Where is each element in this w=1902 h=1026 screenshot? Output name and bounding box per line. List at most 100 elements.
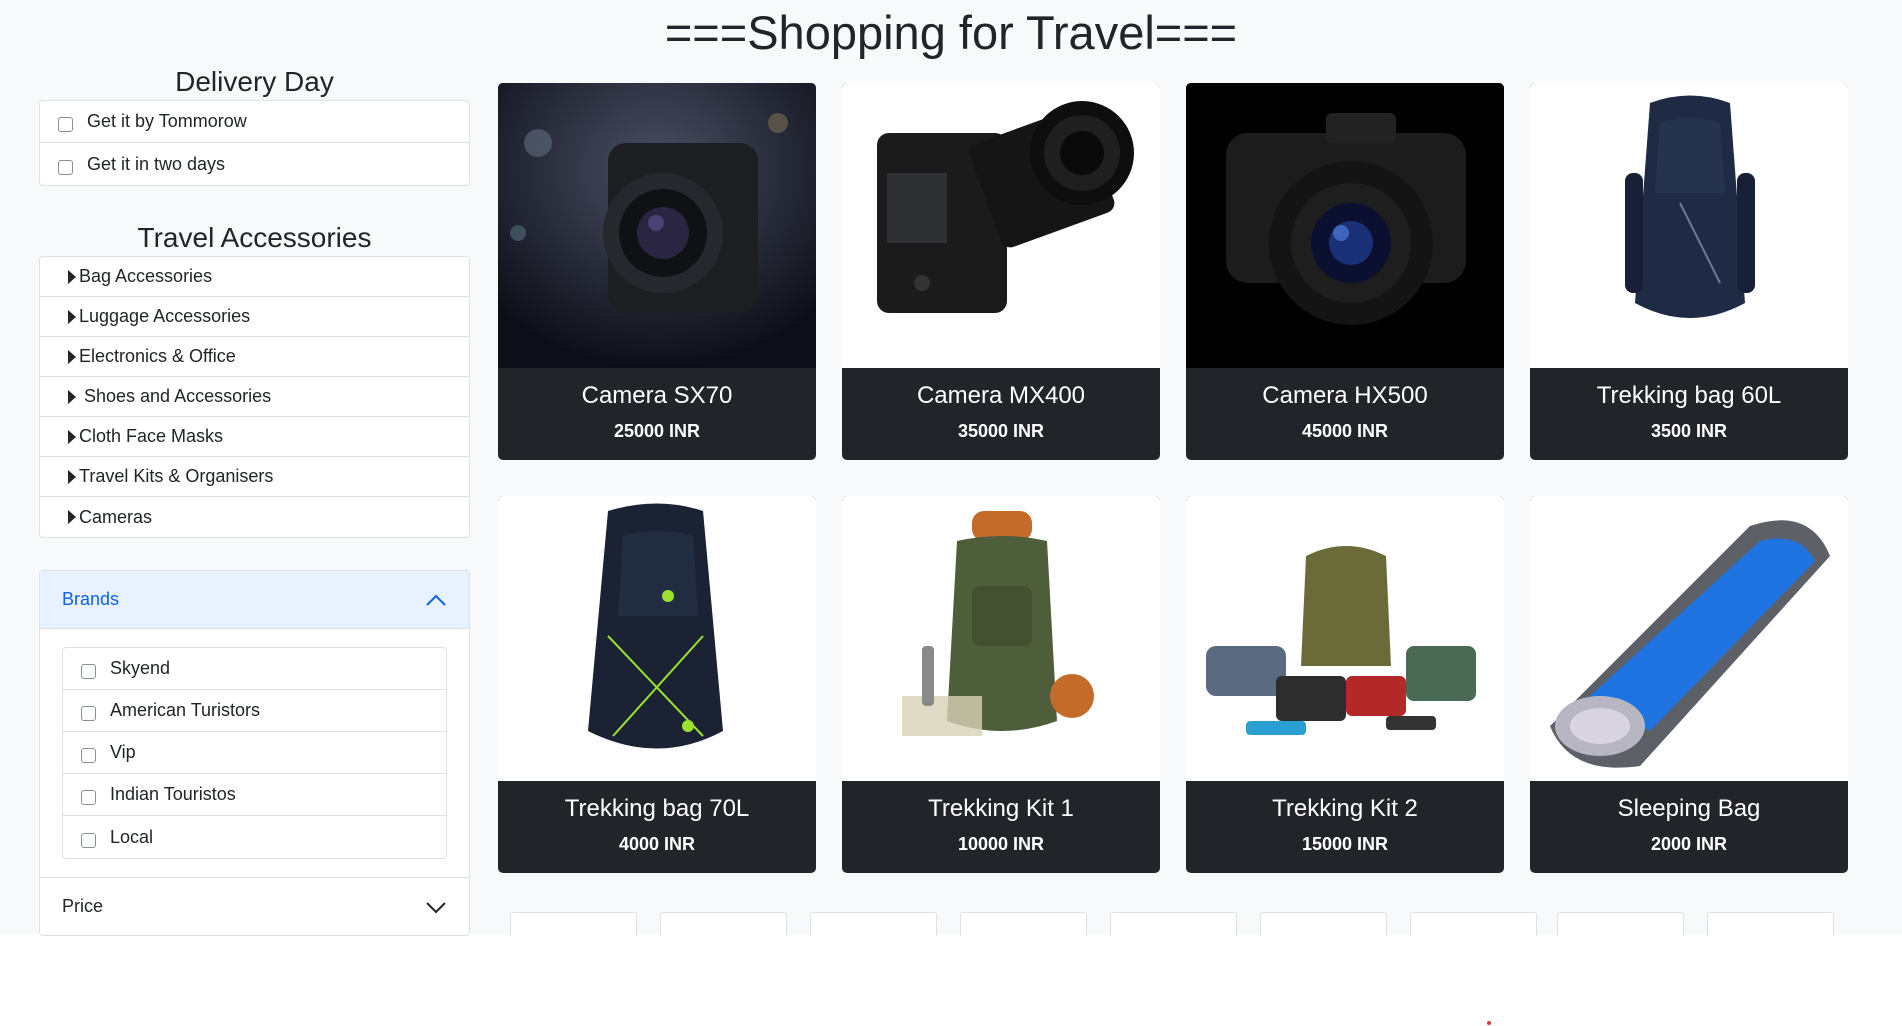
product-name: Sleeping Bag <box>1617 795 1761 822</box>
category-item[interactable]: Luggage Accessories <box>40 297 469 337</box>
product-image <box>1186 496 1504 781</box>
product-card[interactable]: Sleeping Bag 2000 INR <box>1530 496 1848 873</box>
page-button[interactable] <box>510 912 637 936</box>
product-info: Trekking bag 60L 3500 INR <box>1530 368 1848 442</box>
backpack-icon <box>588 503 723 749</box>
product-card[interactable]: Trekking bag 70L 4000 INR <box>498 496 816 873</box>
brands-accordion-toggle[interactable]: Brands <box>40 571 469 629</box>
product-price: 3500 INR <box>1650 421 1728 441</box>
brand-option[interactable]: Skyend <box>63 648 446 690</box>
page-button[interactable] <box>1410 912 1537 936</box>
brand-label: Indian Touristos <box>110 784 236 804</box>
category-item[interactable]: Cameras <box>40 497 469 537</box>
delivery-day-title: Delivery Day <box>175 66 334 97</box>
page-button[interactable] <box>660 912 787 936</box>
brand-option[interactable]: American Turistors <box>63 690 446 732</box>
category-item[interactable]: Electronics & Office <box>40 337 469 377</box>
caret-right-icon <box>68 389 76 404</box>
category-item[interactable]: Travel Kits & Organisers <box>40 457 469 497</box>
product-info: Trekking Kit 1 10000 INR <box>842 781 1160 855</box>
product-image <box>498 496 816 781</box>
category-item[interactable]: Shoes and Accessories <box>40 377 469 417</box>
page-button[interactable] <box>1707 912 1834 936</box>
delivery-option-two-days[interactable]: Get it in two days <box>40 143 469 185</box>
camera-icon <box>877 101 1134 313</box>
category-item[interactable]: Bag Accessories <box>40 257 469 297</box>
product-name: Trekking bag 70L <box>564 795 750 822</box>
brand-option[interactable]: Indian Touristos <box>63 774 446 816</box>
product-info: Sleeping Bag 2000 INR <box>1530 781 1848 855</box>
delivery-option-label: Get it by Tommorow <box>87 111 247 131</box>
sidebar: Delivery Day Get it by Tommorow Get it i… <box>39 64 470 936</box>
caret-right-icon <box>68 429 76 444</box>
product-name: Camera MX400 <box>916 382 1086 409</box>
category-item[interactable]: Cloth Face Masks <box>40 417 469 457</box>
delivery-option-tomorrow[interactable]: Get it by Tommorow <box>40 101 469 143</box>
chevron-up-icon <box>426 594 446 606</box>
page-button[interactable] <box>1260 912 1387 936</box>
product-price: 4000 INR <box>618 834 696 854</box>
product-name: Trekking bag 60L <box>1596 382 1782 409</box>
brands-list: Skyend American Turistors Vip Indian Tou… <box>62 647 447 859</box>
delivery-options: Get it by Tommorow Get it in two days <box>39 100 470 186</box>
caret-right-icon <box>68 269 76 284</box>
category-label: Travel Kits & Organisers <box>79 466 274 486</box>
brand-checkbox[interactable] <box>81 832 96 848</box>
backpack-icon <box>902 511 1094 736</box>
category-label: Cloth Face Masks <box>79 426 224 446</box>
brand-label: Vip <box>110 742 136 762</box>
category-label: Bag Accessories <box>79 266 213 286</box>
category-label: Luggage Accessories <box>79 306 251 326</box>
delivery-checkbox[interactable] <box>58 117 73 132</box>
price-accordion-toggle[interactable]: Price <box>40 877 469 935</box>
page-button[interactable] <box>1557 912 1684 936</box>
backpack-icon <box>1625 95 1755 318</box>
product-grid: Camera SX70 25000 INR Camera MX400 35000… <box>498 83 1850 873</box>
category-label: Shoes and Accessories <box>84 386 272 406</box>
product-price: 10000 INR <box>957 834 1045 854</box>
category-label: Electronics & Office <box>79 346 236 366</box>
page-button[interactable] <box>960 912 1087 936</box>
product-name: Camera HX500 <box>1262 382 1428 409</box>
product-card[interactable]: Trekking Kit 2 15000 INR <box>1186 496 1504 873</box>
product-price: 2000 INR <box>1650 834 1728 854</box>
chevron-down-icon <box>426 901 446 913</box>
product-image <box>498 83 816 368</box>
page-button[interactable] <box>1110 912 1237 936</box>
product-image <box>1530 83 1848 368</box>
product-card[interactable]: Camera SX70 25000 INR <box>498 83 816 460</box>
price-label: Price <box>62 896 104 916</box>
camera-icon <box>1226 113 1466 325</box>
product-name: Trekking Kit 2 <box>1272 795 1418 822</box>
product-info: Camera MX400 35000 INR <box>842 368 1160 442</box>
product-card[interactable]: Trekking Kit 1 10000 INR <box>842 496 1160 873</box>
product-price: 15000 INR <box>1301 834 1389 854</box>
brand-label: Skyend <box>110 658 171 678</box>
product-name: Trekking Kit 1 <box>928 795 1074 822</box>
delivery-checkbox[interactable] <box>58 159 73 175</box>
brands-panel: Skyend American Turistors Vip Indian Tou… <box>40 629 469 877</box>
brand-label: American Turistors <box>110 700 261 720</box>
brand-checkbox[interactable] <box>81 790 96 805</box>
sleeping-bag-icon <box>1550 520 1830 768</box>
product-info: Trekking Kit 2 15000 INR <box>1186 781 1504 855</box>
product-image <box>1186 83 1504 368</box>
product-price: 35000 INR <box>957 421 1045 441</box>
brand-option[interactable]: Vip <box>63 732 446 774</box>
caret-right-icon <box>68 469 76 484</box>
product-card[interactable]: Camera MX400 35000 INR <box>842 83 1160 460</box>
product-image <box>842 496 1160 781</box>
brand-checkbox[interactable] <box>81 664 96 679</box>
product-info: Camera HX500 45000 INR <box>1186 368 1504 442</box>
product-card[interactable]: Trekking bag 60L 3500 INR <box>1530 83 1848 460</box>
page-button[interactable] <box>810 912 937 936</box>
cursor-dot <box>1487 1021 1491 1025</box>
product-card[interactable]: Camera HX500 45000 INR <box>1186 83 1504 460</box>
brand-option[interactable]: Local <box>63 816 446 858</box>
product-price: 25000 INR <box>613 421 701 441</box>
delivery-option-label: Get it in two days <box>87 153 226 174</box>
brand-checkbox[interactable] <box>81 748 96 763</box>
brands-label: Brands <box>62 589 120 609</box>
gear-kit-icon <box>1206 546 1476 735</box>
brand-checkbox[interactable] <box>81 706 96 721</box>
